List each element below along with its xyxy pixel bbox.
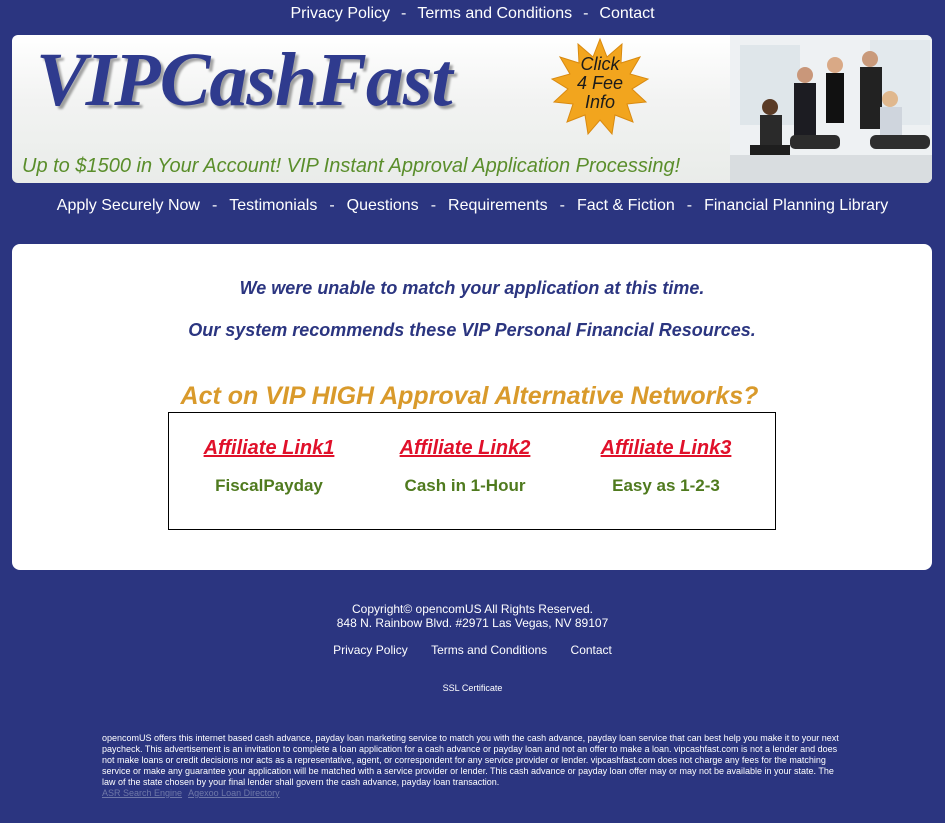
nav-apply[interactable]: Apply Securely Now <box>57 197 200 215</box>
burst-line: Click <box>580 54 620 74</box>
nav-separator: - <box>211 197 218 214</box>
copyright-block: Copyright© opencomUS All Rights Reserved… <box>0 602 945 630</box>
no-match-message: We were unable to match your application… <box>239 278 705 298</box>
footer-contact-link[interactable]: Contact <box>571 643 612 657</box>
tagline: Up to $1500 in Your Account! VIP Instant… <box>22 155 681 177</box>
ssl-certificate[interactable]: SSL Certificate <box>0 683 945 693</box>
main-nav: Apply Securely Now - Testimonials - Ques… <box>0 193 945 219</box>
copyright-text: Copyright© opencomUS All Rights Reserved… <box>352 602 593 616</box>
affiliate-box: Affiliate Link1 FiscalPayday Affiliate L… <box>168 412 776 530</box>
disclaimer-text: opencomUS offers this internet based cas… <box>102 733 839 787</box>
content-panel: We were unable to match your application… <box>12 244 932 570</box>
terms-link[interactable]: Terms and Conditions <box>417 5 572 23</box>
affiliate-link-1[interactable]: Affiliate Link1 <box>169 437 369 460</box>
footer-links: Privacy Policy Terms and Conditions Cont… <box>0 643 945 657</box>
top-nav: Privacy Policy - Terms and Conditions - … <box>0 0 945 28</box>
affiliate-item: Affiliate Link1 FiscalPayday <box>169 437 369 496</box>
affiliate-item: Affiliate Link2 Cash in 1-Hour <box>365 437 565 496</box>
burst-line: Info <box>584 92 616 112</box>
nav-testimonials[interactable]: Testimonials <box>229 197 317 215</box>
address-text: 848 N. Rainbow Blvd. #2971 Las Vegas, NV… <box>336 616 609 630</box>
recommendation-message: Our system recommends these VIP Personal… <box>188 320 756 340</box>
act-heading: Act on VIP HIGH Approval Alternative Net… <box>180 382 759 410</box>
site-logo[interactable]: VIPCashFast <box>36 37 453 124</box>
affiliate-name: FiscalPayday <box>215 476 323 495</box>
header-banner: VIPCashFast Click 4 Fee Info Up to $1500… <box>12 35 932 183</box>
contact-link[interactable]: Contact <box>599 5 654 23</box>
nav-fact-fiction[interactable]: Fact & Fiction <box>577 197 675 215</box>
privacy-policy-link[interactable]: Privacy Policy <box>290 5 390 23</box>
nav-separator: - <box>329 197 335 214</box>
nav-separator: - <box>401 5 407 22</box>
legal-disclaimer: opencomUS offers this internet based cas… <box>102 733 847 799</box>
asr-search-engine-link[interactable]: ASR Search Engine <box>102 788 182 798</box>
burst-line: 4 Fee <box>576 73 624 93</box>
nav-questions[interactable]: Questions <box>347 197 419 215</box>
nav-separator: - <box>430 197 437 214</box>
nav-financial-library[interactable]: Financial Planning Library <box>704 197 888 215</box>
agexoo-loan-directory-link[interactable]: Agexoo Loan Directory <box>188 788 280 798</box>
nav-separator: - <box>559 197 565 214</box>
affiliate-name: Cash in 1-Hour <box>404 476 526 495</box>
affiliate-item: Affiliate Link3 Easy as 1-2-3 <box>566 437 766 496</box>
affiliate-link-2[interactable]: Affiliate Link2 <box>365 437 565 460</box>
business-people-photo <box>730 35 932 183</box>
affiliate-link-3[interactable]: Affiliate Link3 <box>566 437 766 460</box>
affiliate-name: Easy as 1-2-3 <box>612 476 720 495</box>
disclaimer-links: ASR Search Engine Agexoo Loan Directory <box>102 788 847 799</box>
nav-requirements[interactable]: Requirements <box>448 197 548 215</box>
footer-privacy-link[interactable]: Privacy Policy <box>333 643 408 657</box>
footer-terms-link[interactable]: Terms and Conditions <box>431 643 547 657</box>
nav-separator: - <box>583 5 589 22</box>
nav-separator: - <box>686 197 693 214</box>
click-fee-info-badge[interactable]: Click 4 Fee Info <box>550 55 650 112</box>
